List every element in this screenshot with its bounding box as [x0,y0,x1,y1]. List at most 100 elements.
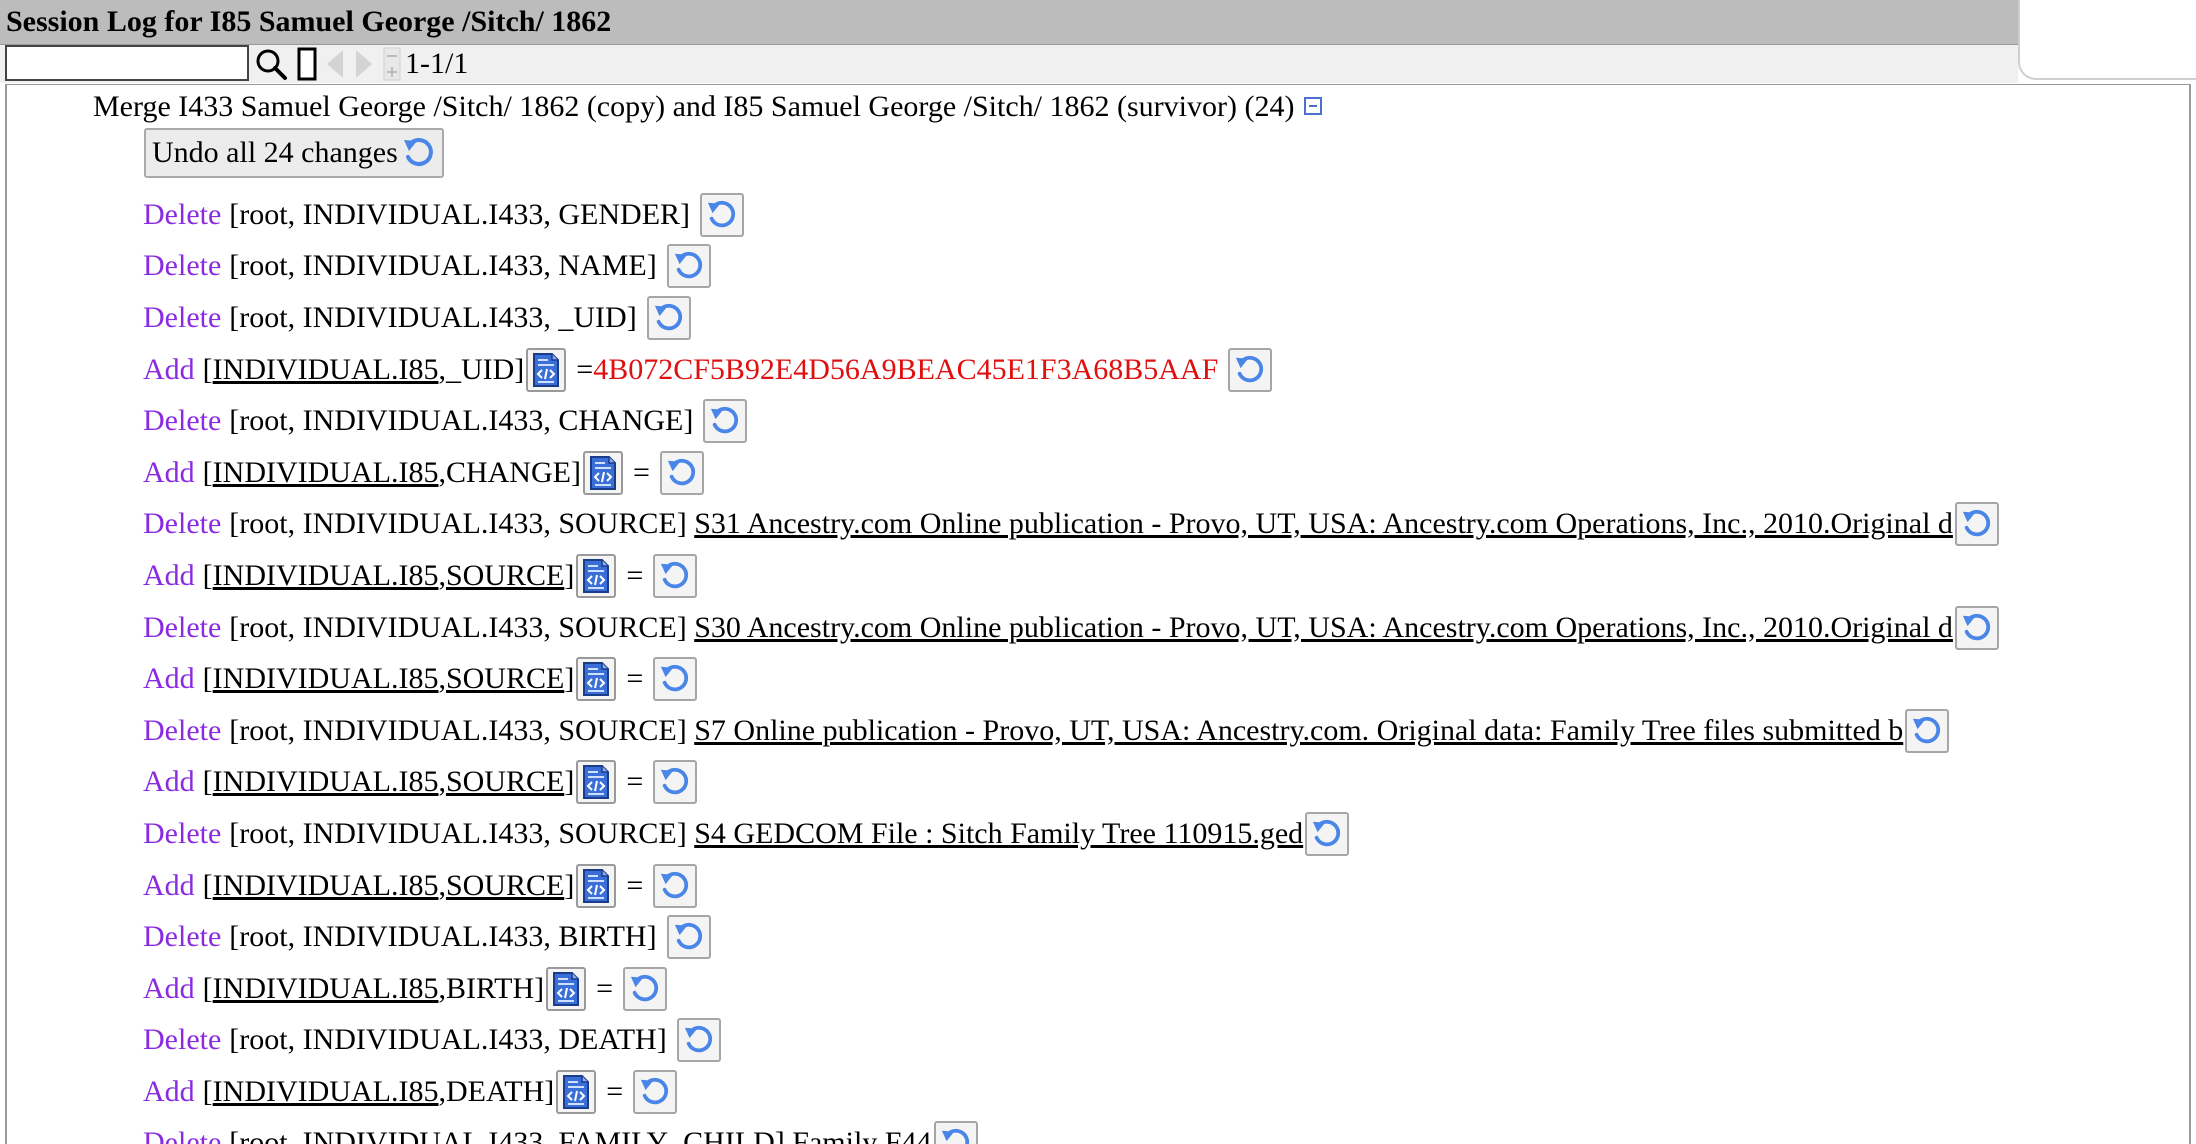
field-link[interactable]: SOURCE [446,869,564,903]
page-count: 1-1/1 [405,47,469,80]
source-link[interactable]: Family F44 [792,1126,931,1144]
undo-button[interactable] [1305,811,1350,856]
operation-label: Add [143,765,195,799]
individual-link[interactable]: INDIVIDUAL.I85 [213,559,439,593]
bracket-close: ] [570,455,581,489]
undo-button[interactable] [653,553,698,598]
path-separator: , [438,868,446,902]
add-change-row: Add[INDIVIDUAL.I85, SOURCE] = [143,757,1999,809]
operation-label: Add [143,971,195,1005]
undo-button[interactable] [1228,347,1273,392]
source-link[interactable]: S31 Ancestry.com Online publication - Pr… [694,507,1953,541]
add-change-row: Add[INDIVIDUAL.I85, SOURCE] = [143,860,1999,912]
bracket-open: [ [202,971,213,1005]
undo-button[interactable] [646,295,691,340]
field-name: _UID [445,352,515,386]
bracket-close: ] [514,352,525,386]
delete-change-row: Delete [root, INDIVIDUAL.I433, DEATH] [143,1015,1999,1067]
search-input[interactable] [5,45,249,81]
field-name: CHANGE [445,455,571,489]
field-name: DEATH [445,1074,545,1108]
undo-button[interactable] [666,244,711,289]
individual-link[interactable]: INDIVIDUAL.I85 [213,1075,439,1109]
path-separator: , [438,765,446,799]
change-path: [root, INDIVIDUAL.I433, BIRTH] [229,920,657,954]
undo-button[interactable] [1954,605,1999,650]
view-source-button[interactable] [576,863,617,908]
view-source-button[interactable] [546,966,587,1011]
undo-all-button[interactable]: Undo all 24 changes [144,128,444,178]
change-path: [root, INDIVIDUAL.I433, GENDER] [229,197,691,231]
undo-icon [661,665,689,692]
view-source-button[interactable] [576,657,617,702]
bracket-open: [ [202,662,213,696]
equals-sign: = [576,352,594,386]
undo-icon [661,768,689,795]
change-path: [root, INDIVIDUAL.I433, FAMILY_CHILD] [229,1126,785,1144]
individual-link[interactable]: INDIVIDUAL.I85 [213,456,439,490]
undo-icon [667,458,695,485]
undo-button[interactable] [703,399,748,444]
merge-entry: Merge I433 Samuel George /Sitch/ 1862 (c… [93,87,1323,127]
undo-button[interactable] [700,192,745,237]
view-source-button[interactable] [576,553,617,598]
operation-label: Delete [143,197,222,231]
source-link[interactable]: S30 Ancestry.com Online publication - Pr… [694,611,1953,645]
undo-icon [674,923,702,950]
undo-button[interactable] [653,863,698,908]
undo-icon [941,1129,969,1144]
panel-toggle-icon[interactable] [294,45,320,83]
individual-link[interactable]: INDIVIDUAL.I85 [213,353,439,387]
undo-button[interactable] [933,1121,978,1144]
undo-all-label: Undo all 24 changes [152,136,398,169]
undo-button[interactable] [623,966,668,1011]
individual-link[interactable]: INDIVIDUAL.I85 [213,972,439,1006]
change-path: [root, INDIVIDUAL.I433, SOURCE] [229,610,687,644]
view-source-button[interactable] [556,1069,597,1114]
delete-change-row: Delete [root, INDIVIDUAL.I433, SOURCE] S4… [143,808,1999,860]
operation-label: Delete [143,713,222,747]
changed-value: 4B072CF5B92E4D56A9BEAC45E1F3A68B5AAF [593,352,1219,386]
operation-label: Add [143,1074,195,1108]
undo-button[interactable] [653,657,698,702]
session-log-panel: Merge I433 Samuel George /Sitch/ 1862 (c… [5,84,2191,1144]
view-source-button[interactable] [582,450,623,495]
operation-label: Add [143,558,195,592]
arrow-left-icon[interactable] [322,45,348,83]
field-link[interactable]: SOURCE [446,559,564,593]
view-source-button[interactable] [526,347,567,392]
source-link[interactable]: S7 Online publication - Provo, UT, USA: … [694,714,1903,748]
individual-link[interactable]: INDIVIDUAL.I85 [213,869,439,903]
bracket-open: [ [202,1074,213,1108]
undo-button[interactable] [1954,502,1999,547]
collapse-minus-icon[interactable] [1304,97,1323,116]
individual-link[interactable]: INDIVIDUAL.I85 [213,765,439,799]
undo-button[interactable] [653,760,698,805]
source-link[interactable]: S4 GEDCOM File : Sitch Family Tree 11091… [694,817,1303,851]
bracket-close: ] [564,662,575,696]
search-icon[interactable] [250,45,292,83]
view-source-button[interactable] [576,760,617,805]
operation-label: Delete [143,1023,222,1057]
path-separator: , [438,1074,446,1108]
operation-label: Delete [143,610,222,644]
individual-link[interactable]: INDIVIDUAL.I85 [213,662,439,696]
undo-button[interactable] [666,915,711,960]
undo-button[interactable] [1905,708,1950,753]
arrow-right-icon[interactable] [350,45,378,83]
field-link[interactable]: SOURCE [446,765,564,799]
delete-change-row: Delete [root, INDIVIDUAL.I433, SOURCE] S3… [143,602,1999,654]
undo-button[interactable] [659,450,704,495]
equals-sign: = [626,868,644,902]
undo-button[interactable] [676,1018,721,1063]
corner-panel [2018,0,2196,80]
undo-button[interactable] [633,1069,678,1114]
delete-change-row: Delete [root, INDIVIDUAL.I433, FAMILY_CHI… [143,1118,1999,1144]
title-bar: Session Log for I85 Samuel George /Sitch… [0,0,2018,45]
change-path: [root, INDIVIDUAL.I433, NAME] [229,249,657,283]
field-link[interactable]: SOURCE [446,662,564,696]
zoom-stepper-icon[interactable] [382,45,402,83]
